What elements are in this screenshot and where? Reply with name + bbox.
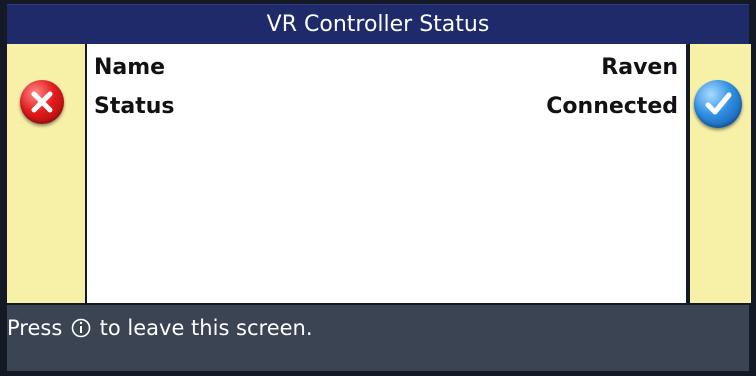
check-icon [705,92,732,115]
page-title: VR Controller Status [266,12,490,37]
footer-suffix: to leave this screen. [99,316,313,340]
status-value: Connected [546,94,678,119]
vr-controller-status-screen: VR Controller Status Name Raven Status C… [0,0,756,376]
name-value: Raven [601,55,678,80]
cancel-button[interactable] [20,80,64,124]
status-content-panel: Name Raven Status Connected [87,44,686,303]
footer-bar: Press to leave this screen. [7,305,749,371]
name-label: Name [94,55,166,80]
info-icon [71,318,91,338]
name-row: Name Raven [94,51,678,85]
status-label: Status [94,94,175,119]
confirm-button[interactable] [694,80,742,128]
title-bar: VR Controller Status [7,4,749,45]
footer-prefix: Press [7,316,63,340]
status-row: Status Connected [94,90,678,124]
footer-hint: Press to leave this screen. [7,313,313,343]
x-icon [31,91,53,113]
